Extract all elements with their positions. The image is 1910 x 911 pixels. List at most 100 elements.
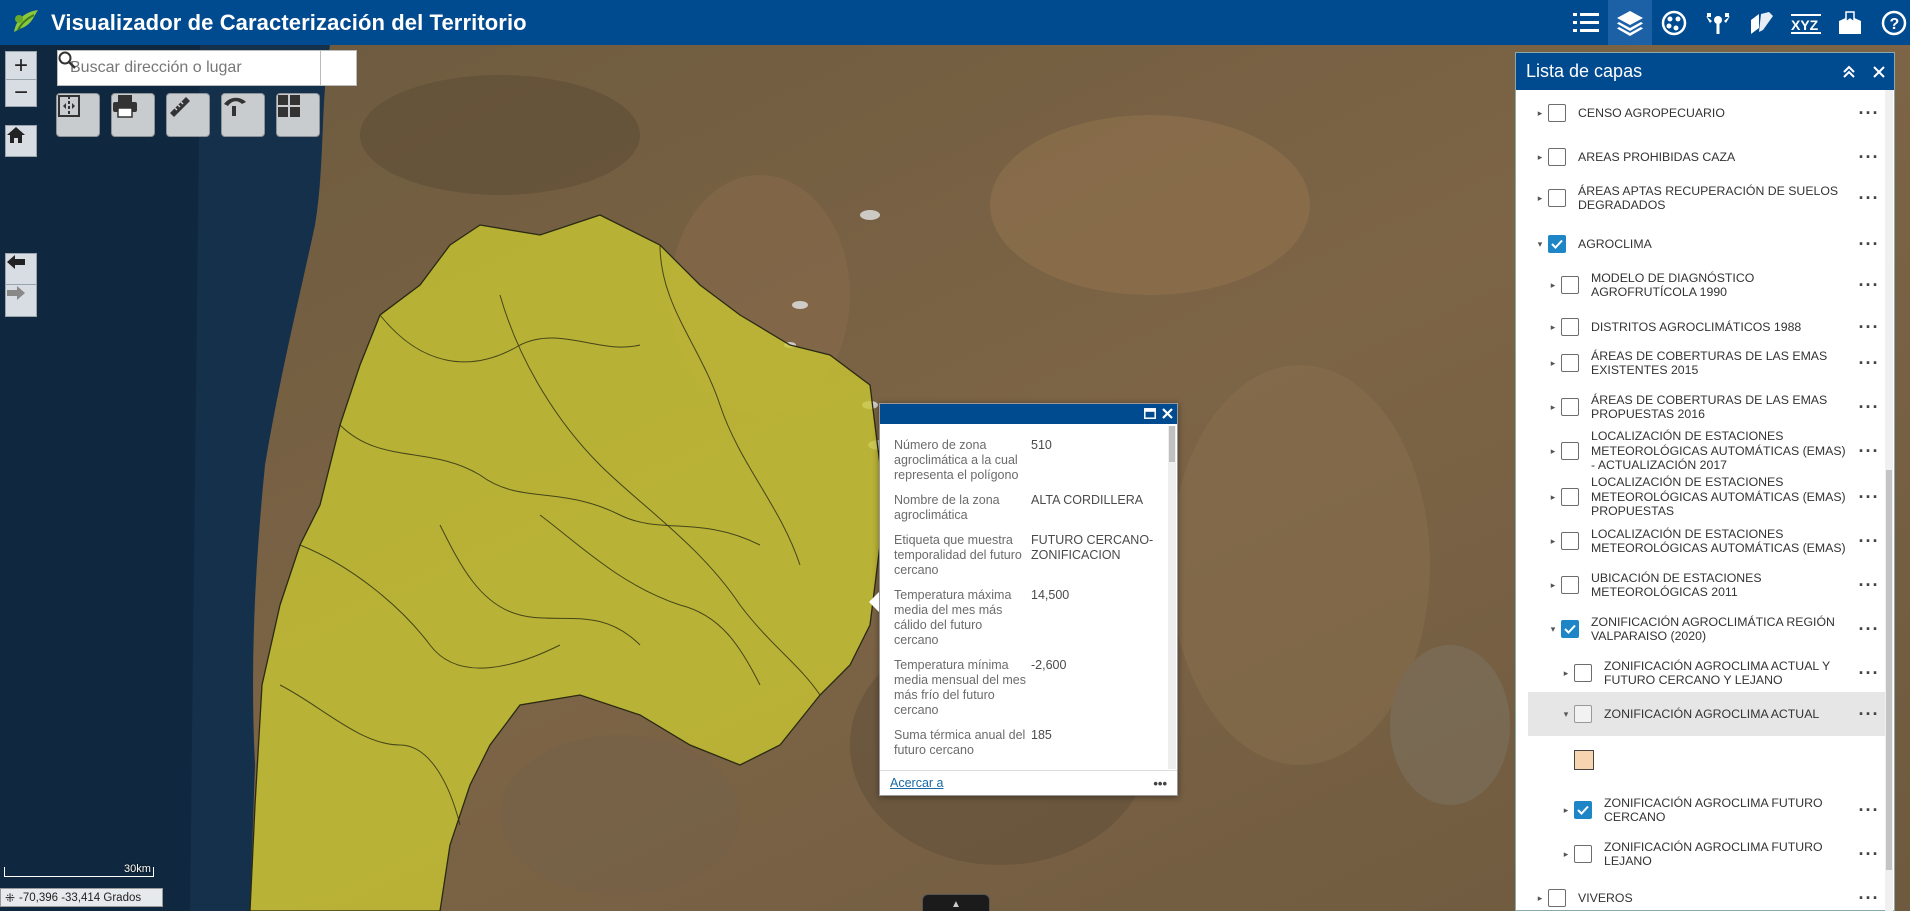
layer-options-button[interactable]: ··· bbox=[1852, 888, 1886, 909]
layer-row-emas-actualizacion[interactable]: ▸ LOCALIZACIÓN DE ESTACIONES METEOROLÓGI… bbox=[1516, 428, 1886, 474]
popup-scrollbar[interactable] bbox=[1168, 426, 1176, 769]
layer-options-button[interactable]: ··· bbox=[1852, 704, 1886, 725]
layer-row-viveros[interactable]: ▸ VIVEROS ··· bbox=[1516, 887, 1886, 909]
popup-scroll-thumb[interactable] bbox=[1169, 426, 1175, 462]
basemap-icon[interactable] bbox=[1652, 0, 1696, 45]
expand-arrow-icon[interactable]: ▸ bbox=[1549, 536, 1557, 547]
layer-options-button[interactable]: ··· bbox=[1852, 234, 1886, 255]
collapse-arrow-icon[interactable]: ▾ bbox=[1536, 239, 1544, 250]
layer-row-futuro-cercano[interactable]: ▸ ZONIFICACIÓN AGROCLIMA FUTURO CERCANO … bbox=[1516, 794, 1886, 826]
layer-options-button[interactable]: ··· bbox=[1852, 275, 1886, 296]
collapse-arrow-icon[interactable]: ▾ bbox=[1549, 624, 1557, 635]
layer-options-button[interactable]: ··· bbox=[1852, 188, 1886, 209]
layer-checkbox[interactable] bbox=[1561, 318, 1579, 336]
layer-checkbox[interactable] bbox=[1548, 235, 1566, 253]
layer-checkbox[interactable] bbox=[1561, 620, 1579, 638]
draw-tool-button[interactable] bbox=[221, 93, 265, 137]
expand-arrow-icon[interactable]: ▸ bbox=[1549, 580, 1557, 591]
layer-options-button[interactable]: ··· bbox=[1852, 317, 1886, 338]
layer-options-button[interactable]: ··· bbox=[1852, 397, 1886, 418]
layer-checkbox[interactable] bbox=[1574, 801, 1592, 819]
zoom-out-button[interactable]: − bbox=[5, 79, 37, 107]
panel-scroll-thumb[interactable] bbox=[1886, 470, 1892, 870]
panel-scrollbar[interactable] bbox=[1885, 90, 1893, 911]
layer-checkbox[interactable] bbox=[1561, 354, 1579, 372]
layers-icon[interactable] bbox=[1608, 0, 1652, 45]
analysis-icon[interactable] bbox=[1696, 0, 1740, 45]
measure-button[interactable] bbox=[166, 93, 210, 137]
layer-row-zonificacion-actual-futuro[interactable]: ▸ ZONIFICACIÓN AGROCLIMA ACTUAL Y FUTURO… bbox=[1516, 657, 1886, 689]
layer-checkbox[interactable] bbox=[1561, 276, 1579, 294]
layer-row-areas-aptas[interactable]: ▸ ÁREAS APTAS RECUPERACIÓN DE SUELOS DEG… bbox=[1516, 182, 1886, 214]
print-button[interactable] bbox=[111, 93, 155, 137]
search-input[interactable] bbox=[58, 51, 320, 85]
layer-row-zonificacion-valparaiso[interactable]: ▾ ZONIFICACIÓN AGROCLIMÁTICA REGIÓN VALP… bbox=[1516, 613, 1886, 645]
layer-checkbox[interactable] bbox=[1574, 705, 1592, 723]
zoom-to-link[interactable]: Acercar a bbox=[890, 776, 944, 790]
layer-options-button[interactable]: ··· bbox=[1852, 844, 1886, 865]
expand-arrow-icon[interactable]: ▸ bbox=[1549, 402, 1557, 413]
collapse-panel-button[interactable] bbox=[1834, 53, 1864, 90]
layer-checkbox[interactable] bbox=[1574, 845, 1592, 863]
layer-options-button[interactable]: ··· bbox=[1852, 147, 1886, 168]
layer-row-modelo-diagnostico[interactable]: ▸ MODELO DE DIAGNÓSTICO AGROFRUTÍCOLA 19… bbox=[1516, 269, 1886, 301]
expand-arrow-icon[interactable]: ▸ bbox=[1562, 805, 1570, 816]
layer-options-button[interactable]: ··· bbox=[1852, 619, 1886, 640]
layer-options-button[interactable]: ··· bbox=[1852, 353, 1886, 374]
expand-arrow-icon[interactable]: ▸ bbox=[1536, 193, 1544, 204]
expand-arrow-icon[interactable]: ▸ bbox=[1536, 108, 1544, 119]
expand-arrow-icon[interactable]: ▸ bbox=[1549, 322, 1557, 333]
layer-row-futuro-lejano[interactable]: ▸ ZONIFICACIÓN AGROCLIMA FUTURO LEJANO ·… bbox=[1516, 838, 1886, 870]
layer-row-zonificacion-actual[interactable]: ▾ ZONIFICACIÓN AGROCLIMA ACTUAL ··· bbox=[1528, 692, 1886, 736]
layer-options-button[interactable]: ··· bbox=[1852, 663, 1886, 684]
expand-arrow-icon[interactable]: ▸ bbox=[1549, 358, 1557, 369]
layer-checkbox[interactable] bbox=[1548, 104, 1566, 122]
layer-row-distritos[interactable]: ▸ DISTRITOS AGROCLIMÁTICOS 1988 ··· bbox=[1516, 316, 1886, 338]
maximize-icon[interactable] bbox=[1144, 407, 1156, 422]
layer-checkbox[interactable] bbox=[1561, 488, 1579, 506]
draw-icon[interactable] bbox=[1740, 0, 1784, 45]
layer-checkbox[interactable] bbox=[1561, 398, 1579, 416]
expand-arrow-icon[interactable]: ▸ bbox=[1536, 893, 1544, 904]
layer-row-emas-existentes[interactable]: ▸ ÁREAS DE COBERTURAS DE LAS EMAS EXISTE… bbox=[1516, 347, 1886, 379]
bookmark-icon[interactable] bbox=[1828, 0, 1872, 45]
xyz-icon[interactable]: XYZ bbox=[1784, 0, 1828, 45]
layer-row-emas-propuestas-loc[interactable]: ▸ LOCALIZACIÓN DE ESTACIONES METEOROLÓGI… bbox=[1516, 474, 1886, 520]
help-icon[interactable]: ? bbox=[1872, 0, 1910, 45]
layer-options-button[interactable]: ··· bbox=[1852, 531, 1886, 552]
layer-options-button[interactable]: ··· bbox=[1852, 800, 1886, 821]
attribute-table-toggle[interactable]: ▲ bbox=[922, 894, 990, 911]
expand-arrow-icon[interactable]: ▸ bbox=[1562, 668, 1570, 679]
layer-row-agroclima[interactable]: ▾ AGROCLIMA ··· bbox=[1516, 233, 1886, 255]
expand-arrow-icon[interactable]: ▸ bbox=[1562, 849, 1570, 860]
layer-options-button[interactable]: ··· bbox=[1852, 103, 1886, 124]
expand-arrow-icon[interactable]: ▸ bbox=[1536, 152, 1544, 163]
layer-row-emas[interactable]: ▸ LOCALIZACIÓN DE ESTACIONES METEOROLÓGI… bbox=[1516, 525, 1886, 557]
layer-options-button[interactable]: ··· bbox=[1852, 441, 1886, 462]
layer-row-ubicacion-estaciones[interactable]: ▸ UBICACIÓN DE ESTACIONES METEOROLÓGICAS… bbox=[1516, 569, 1886, 601]
expand-arrow-icon[interactable]: ▸ bbox=[1549, 446, 1557, 457]
layer-checkbox[interactable] bbox=[1561, 532, 1579, 550]
swipe-tool-button[interactable] bbox=[56, 93, 100, 137]
coordinates-display[interactable]: ⁜ -70,396 -33,414 Grados bbox=[0, 888, 163, 907]
expand-arrow-icon[interactable]: ▸ bbox=[1549, 492, 1557, 503]
collapse-arrow-icon[interactable]: ▾ bbox=[1562, 709, 1570, 720]
zoom-in-button[interactable]: + bbox=[5, 51, 37, 79]
layer-checkbox[interactable] bbox=[1548, 889, 1566, 907]
expand-arrow-icon[interactable]: ▸ bbox=[1549, 280, 1557, 291]
layer-checkbox[interactable] bbox=[1548, 189, 1566, 207]
list-icon[interactable] bbox=[1564, 0, 1608, 45]
layer-row-areas-prohibidas[interactable]: ▸ AREAS PROHIBIDAS CAZA ··· bbox=[1516, 146, 1886, 168]
layer-row-censo[interactable]: ▸ CENSO AGROPECUARIO ··· bbox=[1516, 102, 1886, 124]
next-extent-button[interactable] bbox=[5, 285, 37, 317]
popup-more-button[interactable]: ••• bbox=[1153, 776, 1167, 791]
layer-checkbox[interactable] bbox=[1548, 148, 1566, 166]
layer-options-button[interactable]: ··· bbox=[1852, 487, 1886, 508]
close-icon[interactable] bbox=[1162, 407, 1173, 422]
widget-grid-button[interactable] bbox=[276, 93, 320, 137]
layer-checkbox[interactable] bbox=[1574, 664, 1592, 682]
layer-row-emas-propuestas[interactable]: ▸ ÁREAS DE COBERTURAS DE LAS EMAS PROPUE… bbox=[1516, 391, 1886, 423]
layer-checkbox[interactable] bbox=[1561, 576, 1579, 594]
home-button[interactable] bbox=[5, 125, 37, 157]
layer-checkbox[interactable] bbox=[1561, 442, 1579, 460]
